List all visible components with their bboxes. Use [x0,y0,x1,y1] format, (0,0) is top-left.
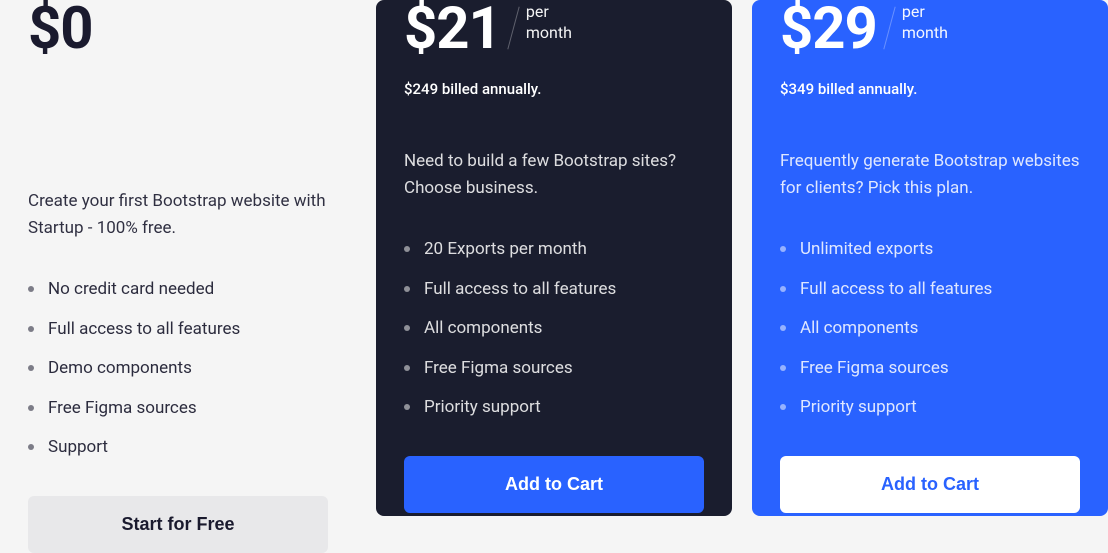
add-to-cart-button[interactable]: Add to Cart [404,456,704,513]
pricing-card-business: $21 per month $249 billed annually. Need… [376,0,732,516]
plan-description: Need to build a few Bootstrap sites? Cho… [404,148,704,202]
price-row: $21 per month [404,0,704,58]
plan-description: Frequently generate Bootstrap websites f… [780,148,1080,202]
feature-item: Priority support [780,388,1080,428]
feature-item: Demo components [28,349,328,389]
price-divider-icon [507,7,519,50]
per-month-label: per month [526,2,572,44]
price-amount: $29 [780,0,877,58]
features-list: Unlimited exports Full access to all fea… [780,230,1080,428]
pricing-container: $0 Create your first Bootstrap website w… [0,0,1108,516]
feature-item: Free Figma sources [28,389,328,429]
per-month-label: per month [902,2,948,44]
feature-item: All components [404,309,704,349]
feature-item: Unlimited exports [780,230,1080,270]
feature-item: Free Figma sources [780,349,1080,389]
feature-item: Priority support [404,388,704,428]
billed-annually-label: $249 billed annually. [404,80,704,98]
feature-item: Full access to all features [404,270,704,310]
feature-item: Support [28,428,328,468]
features-list: No credit card needed Full access to all… [28,270,328,468]
feature-item: Free Figma sources [404,349,704,389]
add-to-cart-button[interactable]: Add to Cart [780,456,1080,513]
price-row: $29 per month [780,0,1080,58]
features-list: 20 Exports per month Full access to all … [404,230,704,428]
feature-item: 20 Exports per month [404,230,704,270]
feature-item: All components [780,309,1080,349]
feature-item: Full access to all features [28,310,328,350]
feature-item: No credit card needed [28,270,328,310]
price-amount: $21 [404,0,501,58]
start-free-button[interactable]: Start for Free [28,496,328,553]
feature-item: Full access to all features [780,270,1080,310]
pricing-card-unlimited: $29 per month $349 billed annually. Freq… [752,0,1108,516]
price-amount: $0 [28,0,93,58]
price-row: $0 [28,0,328,58]
billed-annually-label: $349 billed annually. [780,80,1080,98]
price-divider-icon [883,7,895,50]
plan-description: Create your first Bootstrap website with… [28,188,328,242]
pricing-card-free: $0 Create your first Bootstrap website w… [0,0,356,516]
